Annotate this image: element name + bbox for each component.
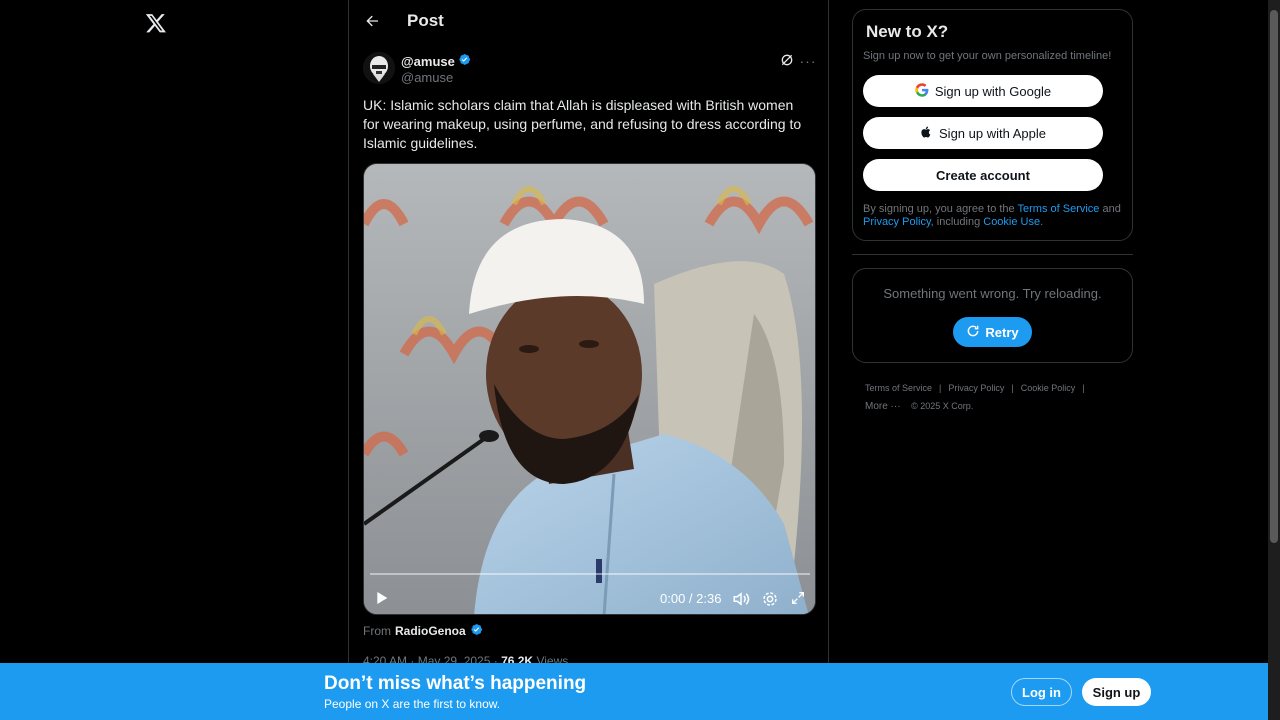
footer-links: Terms of Service | Privacy Policy | Cookie P… bbox=[865, 383, 1085, 412]
back-arrow-icon[interactable] bbox=[361, 10, 383, 32]
sidebar-divider bbox=[852, 254, 1133, 255]
legal-prefix: By signing up, you agree to the bbox=[863, 203, 1018, 215]
author-name[interactable]: @amuse bbox=[401, 53, 471, 69]
footer-privacy-link[interactable]: Privacy Policy bbox=[948, 383, 1004, 393]
volume-icon[interactable] bbox=[732, 590, 750, 608]
post-column: Post @amuse @amuse ··· UK: Islamic schol… bbox=[348, 0, 829, 720]
legal-end: . bbox=[1040, 216, 1044, 228]
verified-badge-icon bbox=[458, 53, 471, 69]
signup-title: New to X? bbox=[866, 22, 949, 41]
from-label: From bbox=[363, 624, 391, 638]
post-text: UK: Islamic scholars claim that Allah is… bbox=[363, 97, 802, 151]
footer-copyright: © 2025 X Corp. bbox=[911, 401, 974, 411]
login-prompt-banner: Don’t miss what’s happening People on X … bbox=[0, 663, 1268, 720]
create-account-button[interactable]: Create account bbox=[863, 159, 1103, 191]
error-message: Something went wrong. Try reloading. bbox=[883, 286, 1102, 301]
video-frame bbox=[364, 164, 815, 614]
signup-apple-button[interactable]: Sign up with Apple bbox=[863, 117, 1103, 149]
video-time: 0:00 / 2:36 bbox=[660, 591, 722, 606]
signup-apple-label: Sign up with Apple bbox=[939, 125, 1046, 141]
right-sidebar: New to X? Sign up now to get your own pe… bbox=[852, 0, 1133, 720]
signup-google-button[interactable]: Sign up with Google bbox=[863, 75, 1103, 107]
error-card: Something went wrong. Try reloading. Ret… bbox=[852, 268, 1133, 363]
signup-legal-text: By signing up, you agree to the Terms of… bbox=[863, 203, 1123, 229]
legal-and: and bbox=[1099, 203, 1121, 215]
video-player[interactable]: 0:00 / 2:36 bbox=[363, 163, 816, 615]
video-progress-bar[interactable] bbox=[370, 573, 810, 575]
more-options-icon[interactable]: ··· bbox=[799, 52, 817, 70]
x-logo-icon[interactable] bbox=[143, 10, 169, 36]
page-title: Post bbox=[407, 11, 444, 30]
post-header: Post bbox=[349, 0, 828, 42]
settings-gear-icon[interactable] bbox=[761, 590, 779, 608]
login-button[interactable]: Log in bbox=[1011, 678, 1072, 706]
avatar[interactable] bbox=[363, 52, 395, 84]
refresh-icon bbox=[966, 324, 980, 341]
left-nav bbox=[0, 0, 348, 720]
video-controls: 0:00 / 2:36 bbox=[364, 582, 815, 614]
apple-icon bbox=[920, 125, 933, 142]
legal-including: , including bbox=[930, 216, 984, 228]
play-icon[interactable] bbox=[374, 590, 390, 606]
terms-of-service-link[interactable]: Terms of Service bbox=[1018, 203, 1100, 215]
fullscreen-icon[interactable] bbox=[790, 590, 808, 608]
google-icon bbox=[915, 82, 929, 100]
banner-title: Don’t miss what’s happening bbox=[324, 673, 587, 694]
video-source: From RadioGenoa bbox=[363, 623, 483, 639]
author-handle: @amuse bbox=[401, 70, 454, 85]
footer-cookie-link[interactable]: Cookie Policy bbox=[1021, 383, 1076, 393]
cookie-use-link[interactable]: Cookie Use bbox=[983, 216, 1040, 228]
signup-button[interactable]: Sign up bbox=[1082, 678, 1151, 706]
scrollbar-thumb[interactable] bbox=[1270, 10, 1278, 543]
footer-terms-link[interactable]: Terms of Service bbox=[865, 383, 932, 393]
footer-more-link[interactable]: More ··· bbox=[865, 401, 901, 412]
retry-label: Retry bbox=[985, 324, 1019, 340]
retry-button[interactable]: Retry bbox=[953, 317, 1032, 347]
signup-google-label: Sign up with Google bbox=[934, 83, 1052, 99]
verified-badge-icon bbox=[470, 623, 483, 639]
grok-icon[interactable] bbox=[779, 52, 797, 70]
author-name-text: @amuse bbox=[401, 53, 455, 69]
privacy-policy-link[interactable]: Privacy Policy bbox=[863, 216, 931, 228]
banner-subtitle: People on X are the first to know. bbox=[324, 697, 501, 711]
source-account-link[interactable]: RadioGenoa bbox=[395, 624, 466, 638]
signup-subtitle: Sign up now to get your own personalized… bbox=[863, 50, 1112, 62]
signup-card: New to X? Sign up now to get your own pe… bbox=[852, 9, 1133, 241]
post-author: @amuse @amuse ··· bbox=[363, 50, 817, 90]
